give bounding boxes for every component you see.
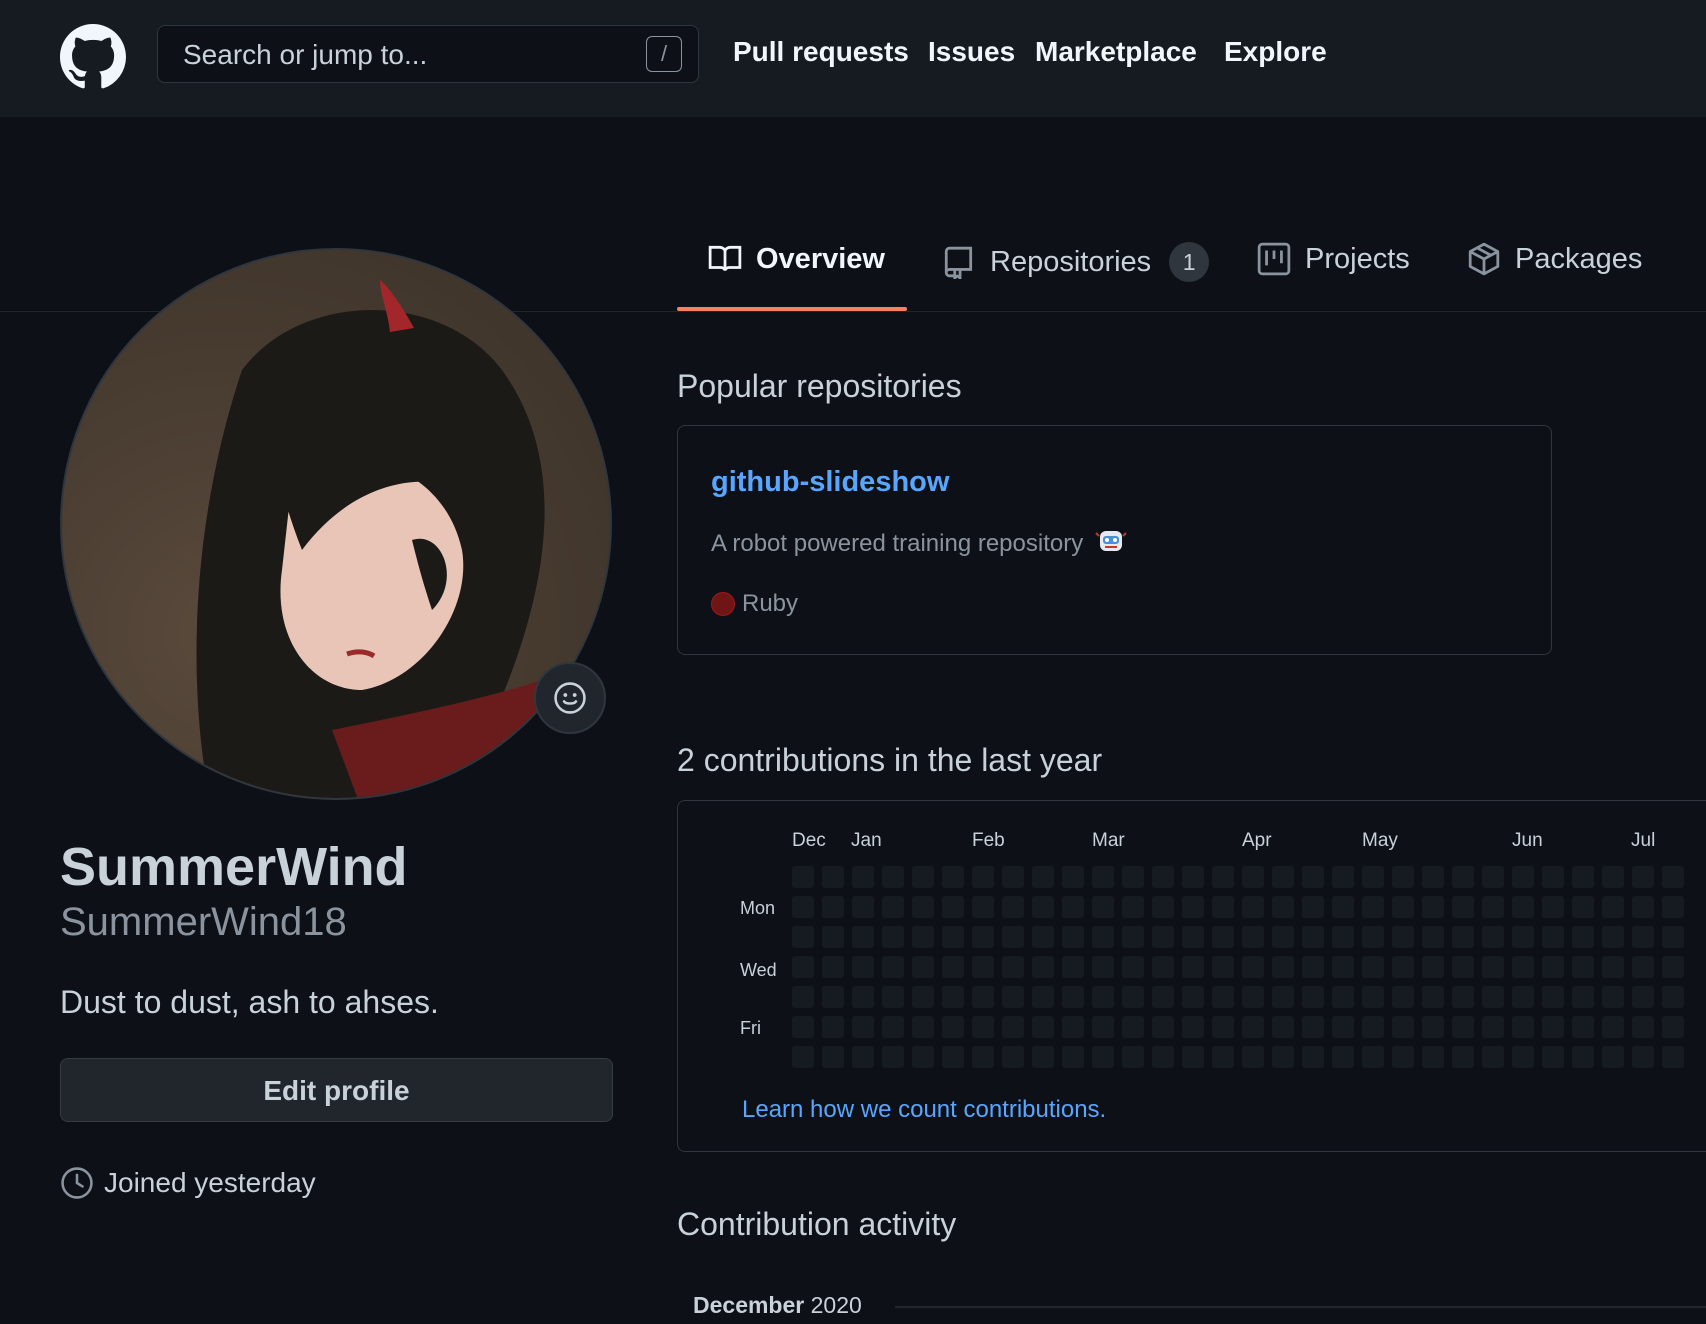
nav-issues[interactable]: Issues	[928, 36, 1015, 68]
repo-language: Ruby	[711, 590, 798, 618]
month-label: Apr	[1242, 830, 1272, 851]
contribution-activity-title: Contribution activity	[677, 1206, 957, 1242]
month-label: Jan	[851, 830, 882, 851]
learn-contributions-link[interactable]: Learn how we count contributions.	[742, 1096, 1106, 1124]
search-input[interactable]: Search or jump to... /	[157, 25, 699, 83]
month-label: Dec	[792, 830, 826, 851]
top-navbar: Search or jump to... / Pull requests Iss…	[0, 0, 1706, 117]
weekday-label: Mon	[740, 898, 776, 918]
repo-icon	[942, 245, 976, 281]
repo-name-link[interactable]: github-slideshow	[711, 466, 949, 499]
tab-projects-label: Projects	[1305, 242, 1410, 275]
robot-emoji-icon	[1095, 524, 1127, 563]
tab-overview[interactable]: Overview	[708, 242, 885, 276]
activity-year: 2020	[810, 1292, 862, 1318]
project-icon	[1257, 242, 1291, 276]
weekday-label: Fri	[740, 1018, 761, 1038]
tab-projects[interactable]: Projects	[1257, 242, 1410, 276]
avatar[interactable]	[60, 248, 612, 800]
tab-repositories[interactable]: Repositories 1	[942, 242, 1210, 282]
repo-description: A robot powered training repository	[711, 524, 1127, 563]
popular-repositories-title: Popular repositories	[677, 368, 962, 404]
month-label: Feb	[972, 830, 1005, 851]
joined-date: Joined yesterday	[60, 1166, 316, 1200]
month-label: May	[1362, 830, 1398, 851]
contributions-title: 2 contributions in the last year	[677, 742, 1103, 778]
repo-language-label: Ruby	[742, 590, 799, 617]
profile-bio: Dust to dust, ash to ahses.	[60, 984, 439, 1020]
weekday-label: Wed	[740, 960, 777, 980]
tab-overview-label: Overview	[756, 242, 885, 275]
period-divider	[895, 1306, 1706, 1308]
activity-period: December 2020	[693, 1292, 862, 1319]
nav-marketplace[interactable]: Marketplace	[1035, 36, 1197, 68]
month-label: Mar	[1092, 830, 1125, 851]
edit-profile-button[interactable]: Edit profile	[60, 1058, 613, 1122]
package-icon	[1467, 242, 1501, 276]
language-color-dot	[711, 592, 735, 616]
set-status-button[interactable]	[534, 662, 606, 734]
month-label: Jun	[1512, 830, 1543, 851]
joined-label: Joined yesterday	[104, 1167, 316, 1198]
github-logo-icon[interactable]	[60, 24, 126, 90]
repo-description-text: A robot powered training repository	[711, 529, 1084, 557]
nav-explore[interactable]: Explore	[1224, 36, 1327, 68]
search-shortcut-key: /	[646, 36, 682, 72]
month-label: Jul	[1631, 830, 1656, 851]
profile-username: SummerWind18	[60, 900, 347, 944]
repositories-counter: 1	[1169, 242, 1210, 282]
book-icon	[708, 242, 742, 276]
profile-fullname: SummerWind	[60, 837, 408, 897]
tab-repositories-label: Repositories	[990, 245, 1152, 278]
tab-packages-label: Packages	[1515, 242, 1643, 275]
smiley-icon	[554, 682, 586, 714]
repo-card: github-slideshow A robot powered trainin…	[677, 425, 1552, 655]
search-placeholder: Search or jump to...	[183, 39, 428, 70]
clock-icon	[61, 1167, 93, 1199]
nav-pull-requests[interactable]: Pull requests	[733, 36, 909, 68]
activity-month: December	[693, 1292, 805, 1318]
tab-packages[interactable]: Packages	[1467, 242, 1642, 276]
active-tab-indicator	[677, 307, 907, 311]
